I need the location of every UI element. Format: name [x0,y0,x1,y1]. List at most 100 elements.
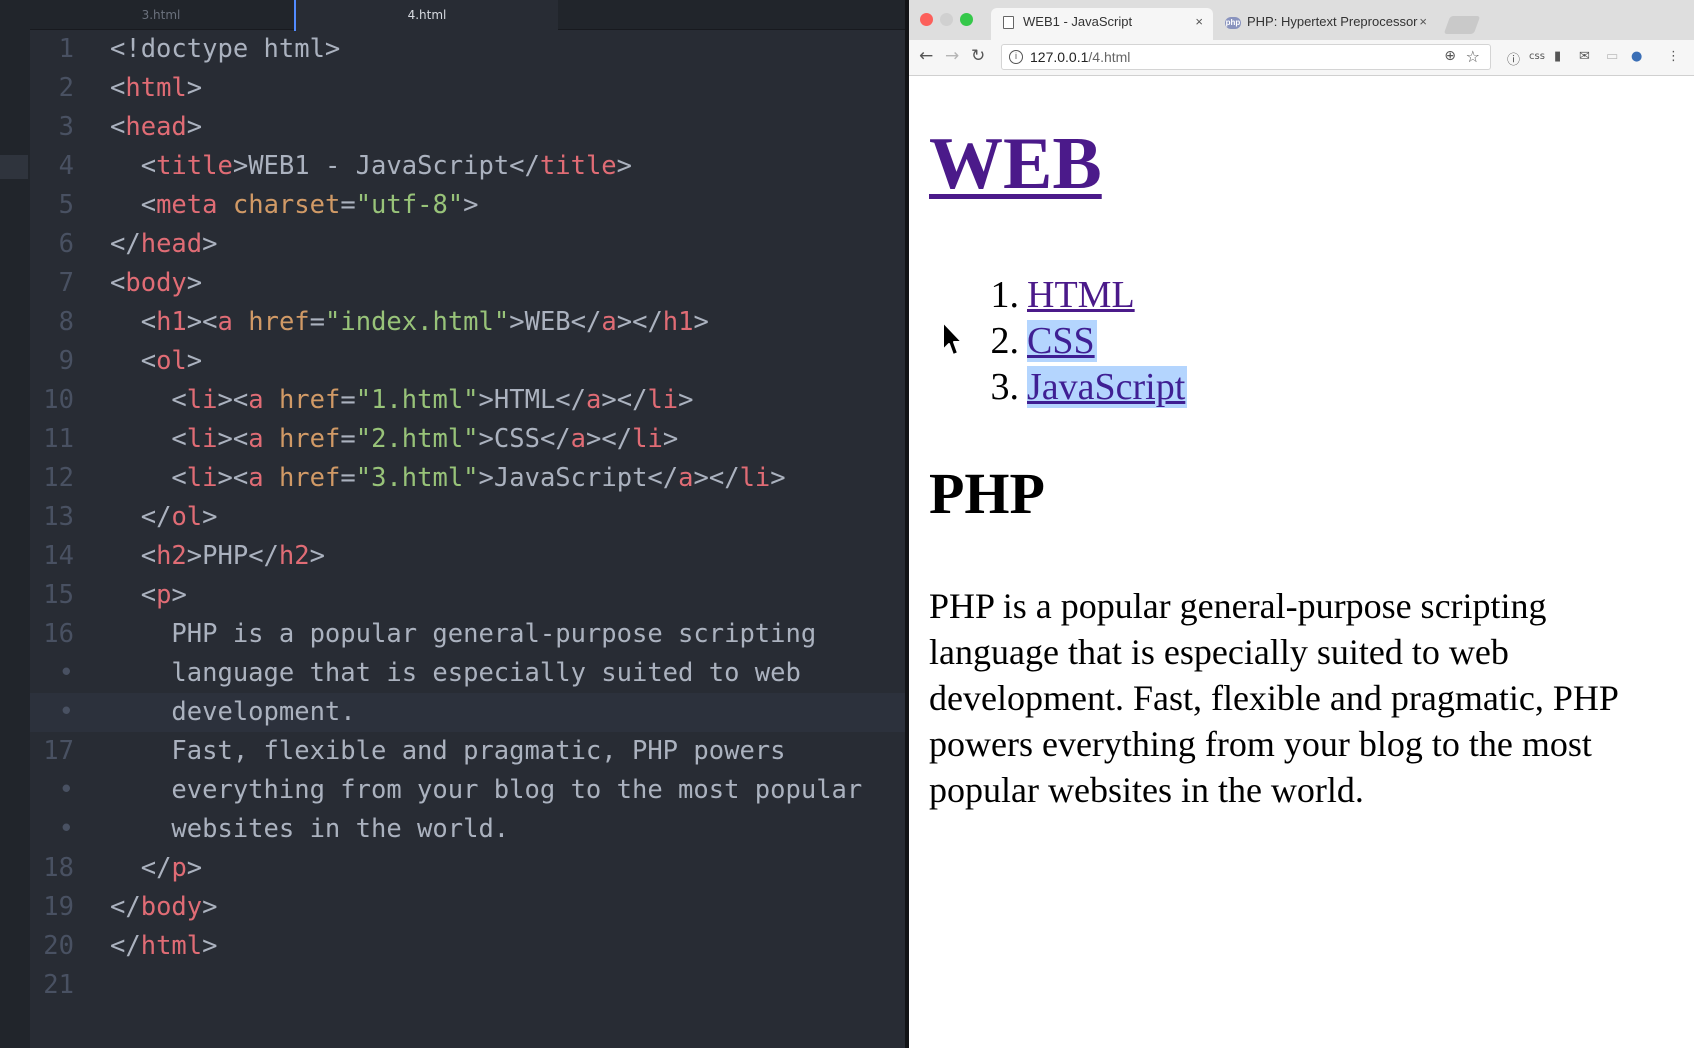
code-line[interactable]: 4 <title>WEB1 - JavaScript</title> [30,147,905,186]
code-line[interactable]: 19 </body> [30,888,905,927]
line-number: • [58,814,74,844]
browser-tab-strip: WEB1 - JavaScript × php PHP: Hypertext P… [909,0,1694,40]
extension-css-icon[interactable]: css [1529,51,1545,62]
browser-tab-web1[interactable]: WEB1 - JavaScript × [991,8,1213,40]
code-text[interactable]: PHP is a popular general-purpose scripti… [110,615,816,654]
browser-tab-php[interactable]: php PHP: Hypertext Preprocessor × [1215,8,1437,40]
code-line[interactable]: 15 <p> [30,576,905,615]
code-line[interactable]: 12 <li><a href="3.html">JavaScript</a></… [30,459,905,498]
close-icon[interactable]: × [1195,8,1203,36]
code-text[interactable]: <li><a href="1.html">HTML</a></li> [110,381,693,420]
code-line[interactable]: 7 <body> [30,264,905,303]
code-line[interactable]: 20 </html> [30,927,905,966]
code-text[interactable]: </p> [110,849,202,888]
topic-list: 1. HTML 2. CSS 3. JavaScript [977,272,1188,410]
code-line[interactable]: • everything from your blog to the most … [30,771,905,810]
web-home-link[interactable]: WEB [929,123,1102,205]
code-text[interactable]: </body> [110,888,218,927]
code-text[interactable]: development. [110,693,355,732]
extension-cast-icon[interactable]: ▭ [1606,49,1618,64]
code-text[interactable]: <li><a href="3.html">JavaScript</a></li> [110,459,785,498]
line-number: 7 [58,268,74,298]
code-line[interactable]: 6 </head> [30,225,905,264]
list-number: 2. [990,320,1020,362]
code-line[interactable]: 11 <li><a href="2.html">CSS</a></li> [30,420,905,459]
code-text[interactable]: everything from your blog to the most po… [110,771,862,810]
line-number: 14 [43,541,74,571]
reload-icon[interactable]: ↻ [971,46,985,66]
code-text[interactable]: language that is especially suited to we… [110,654,800,693]
editor-tab-3-html[interactable]: 3.html [30,0,292,30]
code-text[interactable]: <ol> [110,342,202,381]
html-link[interactable]: HTML [1027,274,1135,316]
code-area[interactable]: 1 <!doctype html> 2 <html> 3 <head> 4 <title>W… [30,30,905,1005]
css-link[interactable]: CSS [1027,320,1097,362]
line-number: 13 [43,502,74,532]
code-line[interactable]: • development. [30,693,905,732]
php-description: PHP is a popular general-purpose scripti… [929,586,1618,810]
info-icon[interactable]: i [1009,50,1023,64]
code-text[interactable]: <body> [110,264,202,303]
line-number: 4 [58,151,74,181]
extension-chart-icon[interactable]: ▮ [1554,49,1561,64]
line-number: 10 [43,385,74,415]
back-arrow-icon[interactable]: ← [919,46,933,66]
address-bar[interactable]: i 127.0.0.1/4.html ⊕ ☆ [1001,44,1491,70]
list-item: 1. HTML [977,272,1187,318]
code-editor[interactable]: 3.html 4.html 1 <!doctype html> 2 <html> 3 <h… [0,0,905,1048]
code-text[interactable]: <h2>PHP</h2> [110,537,325,576]
code-line[interactable]: 1 <!doctype html> [30,30,905,69]
javascript-link[interactable]: JavaScript [1027,366,1188,408]
window-close-button[interactable] [920,13,933,26]
code-line[interactable]: 5 <meta charset="utf-8"> [30,186,905,225]
code-line[interactable]: 10 <li><a href="1.html">HTML</a></li> [30,381,905,420]
extension-info-icon[interactable]: ⓘ [1507,49,1520,68]
page-heading: WEB [929,127,1102,201]
code-line[interactable]: 18 </p> [30,849,905,888]
close-icon[interactable]: × [1419,8,1427,36]
code-line[interactable]: 14 <h2>PHP</h2> [30,537,905,576]
extension-mail-icon[interactable]: ✉ [1579,49,1590,64]
code-line[interactable]: 2 <html> [30,69,905,108]
zoom-icon[interactable]: ⊕ [1444,48,1456,64]
code-text[interactable]: <title>WEB1 - JavaScript</title> [110,147,632,186]
new-tab-button[interactable] [1443,16,1481,34]
editor-tab-bar: 3.html 4.html [30,0,905,31]
code-text[interactable]: websites in the world. [110,810,509,849]
code-text[interactable]: </html> [110,927,218,966]
code-line[interactable]: 13 </ol> [30,498,905,537]
url-text[interactable]: 127.0.0.1/4.html [1030,49,1130,65]
editor-tab-4-html[interactable]: 4.html [294,0,558,31]
line-number: 19 [43,892,74,922]
list-item: 3. JavaScript [977,364,1188,410]
code-text[interactable]: </ol> [110,498,218,537]
code-text[interactable]: <meta charset="utf-8"> [110,186,479,225]
browser-tab-title: WEB1 - JavaScript [1023,14,1133,29]
code-line[interactable]: 9 <ol> [30,342,905,381]
code-line[interactable]: • websites in the world. [30,810,905,849]
code-line[interactable]: • language that is especially suited to … [30,654,905,693]
line-number: 8 [58,307,74,337]
menu-kebab-icon[interactable]: ⋮ [1667,49,1680,64]
code-text[interactable]: <li><a href="2.html">CSS</a></li> [110,420,678,459]
window-minimize-button[interactable] [940,13,953,26]
code-text[interactable]: <!doctype html> [110,30,340,69]
code-line[interactable]: 16 PHP is a popular general-purpose scri… [30,615,905,654]
code-line[interactable]: 17 Fast, flexible and pragmatic, PHP pow… [30,732,905,771]
code-text[interactable]: <h1><a href="index.html">WEB</a></h1> [110,303,709,342]
extension-circle-icon[interactable]: ● [1631,49,1642,64]
code-text[interactable]: <html> [110,69,202,108]
window-zoom-button[interactable] [960,13,973,26]
line-number: 6 [58,229,74,259]
code-text[interactable]: </head> [110,225,218,264]
line-number: • [58,697,74,727]
bookmark-star-icon[interactable]: ☆ [1466,47,1480,66]
code-line[interactable]: 8 <h1><a href="index.html">WEB</a></h1> [30,303,905,342]
code-text[interactable]: <p> [110,576,187,615]
code-text[interactable]: Fast, flexible and pragmatic, PHP powers [110,732,785,771]
code-line[interactable]: 3 <head> [30,108,905,147]
forward-arrow-icon[interactable]: → [945,46,959,66]
line-number: 5 [58,190,74,220]
code-text[interactable]: <head> [110,108,202,147]
code-line[interactable]: 21 [30,966,905,1005]
